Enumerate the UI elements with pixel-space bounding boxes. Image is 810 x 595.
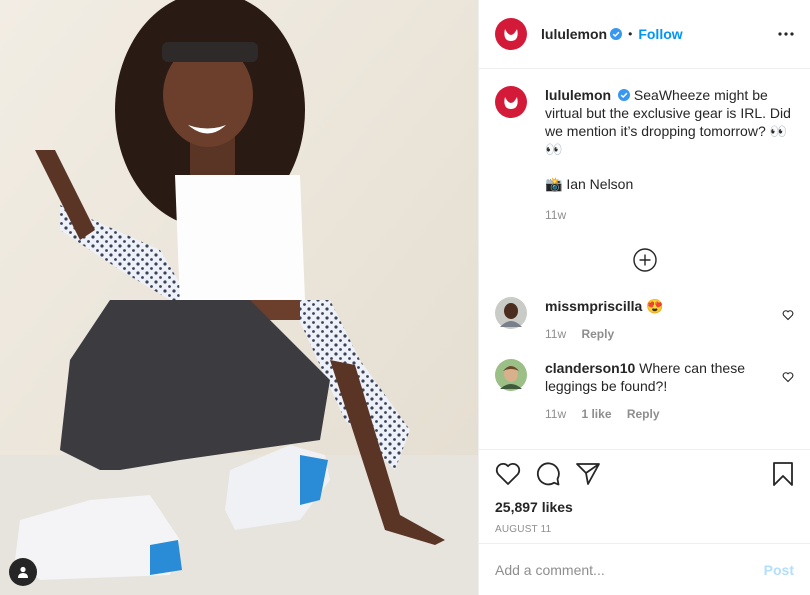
lululemon-logo-avatar[interactable] [495,18,527,50]
more-horizontal-icon [778,32,794,36]
like-comment-heart-icon[interactable] [782,371,794,383]
avatar[interactable] [495,359,527,391]
bookmark-icon [773,462,793,486]
plus-circle-icon [632,248,657,272]
post-header: lululemon • Follow [479,0,810,69]
comment-bubble-icon [537,462,560,486]
like-comment-heart-icon[interactable] [782,309,794,321]
more-options-button[interactable] [776,24,796,44]
likes-count[interactable]: 25,897 likes [495,499,794,515]
post-comment-button[interactable]: Post [764,562,794,578]
user-icon [18,566,28,578]
comment-time[interactable]: 11w [545,327,566,341]
post-date[interactable]: AUGUST 11 [495,524,794,535]
reply-button[interactable]: Reply [581,327,614,341]
comment-item: clanderson10 Where can these leggings be… [495,359,794,423]
post-photo[interactable] [0,0,478,595]
lululemon-logo-icon [504,97,518,109]
avatar[interactable] [495,297,527,329]
load-more-comments-button[interactable] [495,248,794,272]
comment-like-count[interactable]: 1 like [581,407,611,421]
post-actions: 25,897 likes AUGUST 11 [479,449,810,543]
save-button[interactable] [772,461,794,487]
comment-composer: Post [479,543,810,595]
header-username[interactable]: lululemon [541,26,607,42]
share-button[interactable] [575,462,601,486]
verified-badge-icon [618,89,631,101]
like-button[interactable] [495,462,521,486]
verified-badge-icon [610,28,623,40]
caption-avatar[interactable] [495,86,527,118]
comment-item: missmpriscilla 😍 11w Reply [495,297,794,343]
comment-button[interactable] [535,461,561,487]
comment-time[interactable]: 11w [545,407,566,421]
heart-icon [495,462,521,485]
lululemon-logo-icon [504,29,518,41]
caption: lululemon SeaWheeze might be virtual but… [495,86,794,224]
caption-time[interactable]: 11w [545,206,794,224]
comment-username[interactable]: clanderson10 [545,360,635,376]
reply-button[interactable]: Reply [627,407,660,421]
caption-username[interactable]: lululemon [545,87,611,103]
paper-plane-icon [576,463,600,485]
follow-button[interactable]: Follow [638,26,682,42]
header-separator: • [628,27,633,41]
comment-input[interactable] [495,561,764,578]
photo-illustration [0,0,478,595]
post-sidebar: lululemon • Follow lululemon SeaWheeze m… [478,0,810,595]
comments-section: lululemon SeaWheeze might be virtual but… [479,70,810,448]
photo-credit: 📸 Ian Nelson [545,176,634,192]
comment-text: 😍 [646,298,664,314]
tagged-user-button[interactable] [9,558,37,586]
comment-username[interactable]: missmpriscilla [545,298,642,314]
